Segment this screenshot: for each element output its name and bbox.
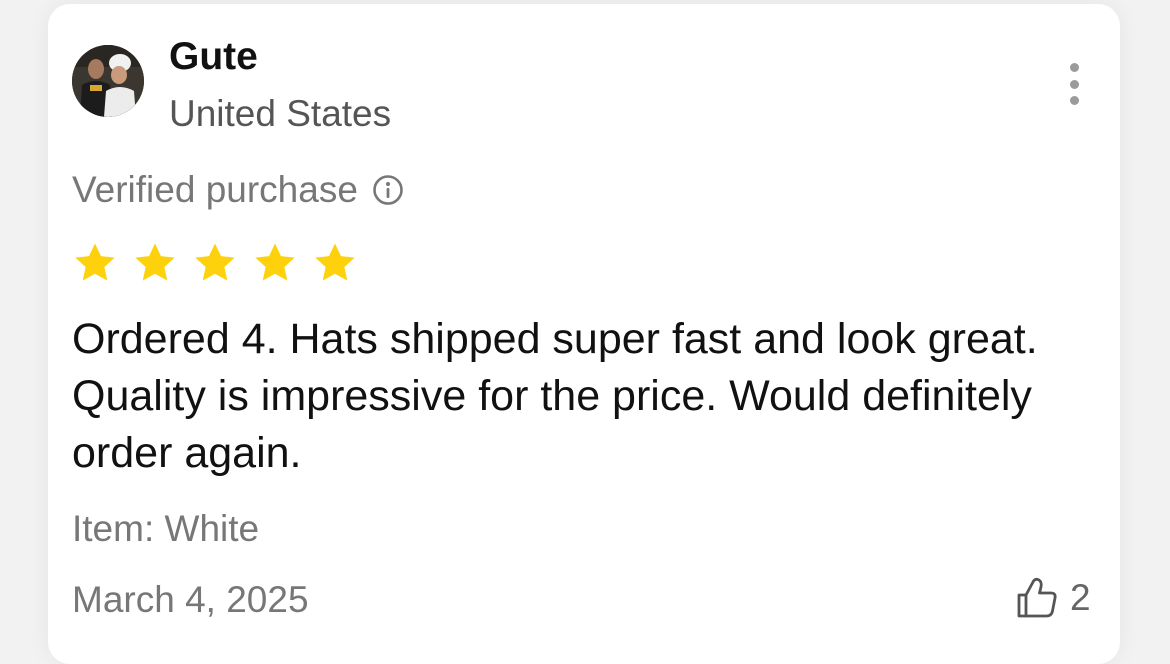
review-date: March 4, 2025 <box>72 579 309 620</box>
review-body: Ordered 4. Hats shipped super fast and l… <box>72 315 1038 477</box>
verified-purchase-row: Verified purchase <box>72 167 404 213</box>
thumbs-up-icon <box>1017 577 1057 618</box>
reviewer-name: Gute <box>169 35 258 78</box>
item-variant: Item: White <box>72 508 260 549</box>
helpful-button[interactable]: 2 <box>1014 575 1091 621</box>
more-vertical-icon-dot <box>1069 79 1079 89</box>
star-icon <box>75 243 115 281</box>
verified-purchase-label: Verified purchase <box>72 169 358 210</box>
star-icon <box>195 243 235 281</box>
reviewer-country: United States <box>169 93 392 134</box>
more-vertical-icon-dot <box>1069 96 1079 105</box>
star-rating <box>72 240 372 286</box>
star-icon <box>315 243 355 281</box>
review-card: Gute United States Verified purchase Ord… <box>48 4 1120 664</box>
star-icon <box>135 243 175 281</box>
more-options-button[interactable] <box>1058 59 1090 109</box>
helpful-count: 2 <box>1070 577 1091 618</box>
info-icon[interactable] <box>372 174 404 206</box>
star-icon <box>255 243 295 281</box>
more-vertical-icon <box>1069 63 1079 72</box>
reviewer-avatar[interactable] <box>72 45 144 117</box>
avatar-photo <box>72 45 144 117</box>
